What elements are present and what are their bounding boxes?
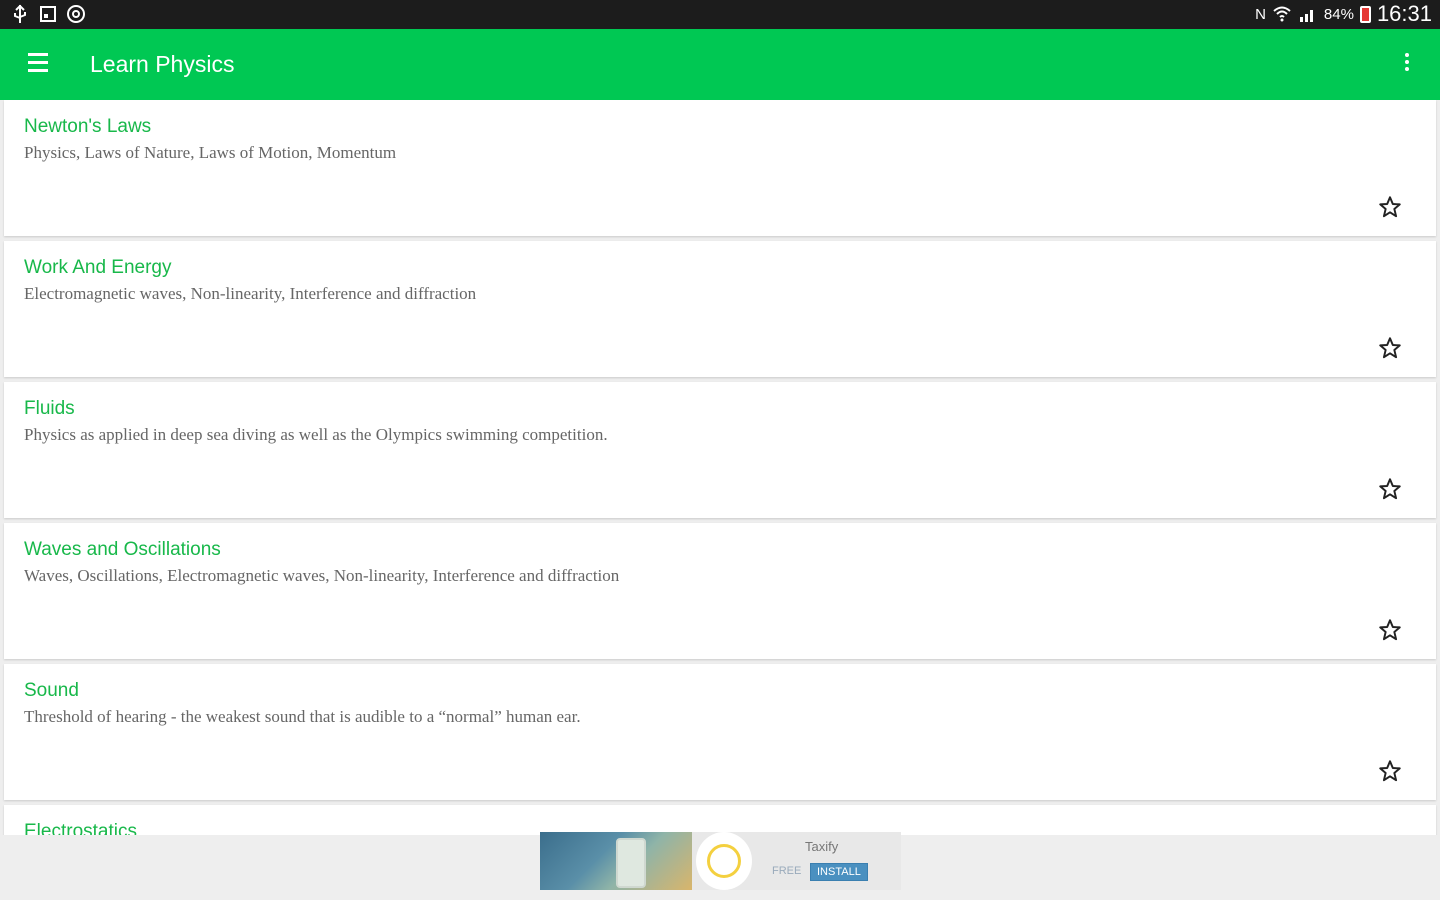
ad-install-button[interactable]: INSTALL xyxy=(810,863,868,881)
ad-free-label: FREE xyxy=(772,865,802,877)
topic-title: Waves and Oscillations xyxy=(24,539,221,560)
topic-card[interactable]: Newton's Laws Physics, Laws of Nature, L… xyxy=(4,100,1436,236)
app-bar: Learn Physics xyxy=(0,29,1440,100)
topic-title: Newton's Laws xyxy=(24,116,152,137)
sync-icon xyxy=(66,4,86,24)
star-icon[interactable] xyxy=(1377,758,1403,784)
phone-illustration xyxy=(616,838,646,888)
topic-title: Electrostatics xyxy=(24,821,137,835)
topic-description: Electromagnetic waves, Non-linearity, In… xyxy=(24,284,477,303)
battery-icon xyxy=(1359,5,1371,23)
topic-description: Physics as applied in deep sea diving as… xyxy=(24,425,608,444)
status-bar-right: N 84% 16:31 xyxy=(1255,1,1432,27)
topic-title: Fluids xyxy=(24,398,75,419)
topic-description: Threshold of hearing - the weakest sound… xyxy=(24,707,581,726)
clock: 16:31 xyxy=(1376,1,1432,26)
topic-description: Waves, Oscillations, Electromagnetic wav… xyxy=(24,566,620,585)
star-icon[interactable] xyxy=(1377,617,1403,643)
star-icon[interactable] xyxy=(1377,476,1403,502)
star-icon[interactable] xyxy=(1377,335,1403,361)
topic-description: Physics, Laws of Nature, Laws of Motion,… xyxy=(24,143,397,162)
app-title: Learn Physics xyxy=(90,51,235,77)
status-bar-left-icons xyxy=(10,4,86,24)
topic-list: Newton's Laws Physics, Laws of Nature, L… xyxy=(0,100,1440,835)
sd-card-icon xyxy=(38,4,58,24)
topic-card[interactable]: Electrostatics xyxy=(4,805,1436,835)
wifi-icon xyxy=(1272,4,1292,24)
topic-card[interactable]: Sound Threshold of hearing - the weakest… xyxy=(4,664,1436,800)
battery-percent: 84% xyxy=(1323,5,1354,23)
nfc-icon: N xyxy=(1255,5,1266,23)
star-icon[interactable] xyxy=(1377,194,1403,220)
topic-card[interactable]: Waves and Oscillations Waves, Oscillatio… xyxy=(4,523,1436,659)
ad-app-name: Taxify xyxy=(805,839,839,854)
ad-app-logo-icon xyxy=(696,832,752,890)
status-bar: N 84% 16:31 xyxy=(0,0,1440,29)
usb-icon xyxy=(10,4,30,24)
topic-title: Work And Energy xyxy=(24,257,172,278)
signal-icon xyxy=(1298,4,1318,24)
ad-banner[interactable]: Taxify FREE INSTALL xyxy=(540,832,901,890)
topic-title: Sound xyxy=(24,680,79,701)
hamburger-menu-icon[interactable] xyxy=(28,53,54,75)
topic-card[interactable]: Work And Energy Electromagnetic waves, N… xyxy=(4,241,1436,377)
ad-image xyxy=(540,832,692,890)
overflow-menu-icon[interactable] xyxy=(1400,53,1414,77)
topic-card[interactable]: Fluids Physics as applied in deep sea di… xyxy=(4,382,1436,518)
